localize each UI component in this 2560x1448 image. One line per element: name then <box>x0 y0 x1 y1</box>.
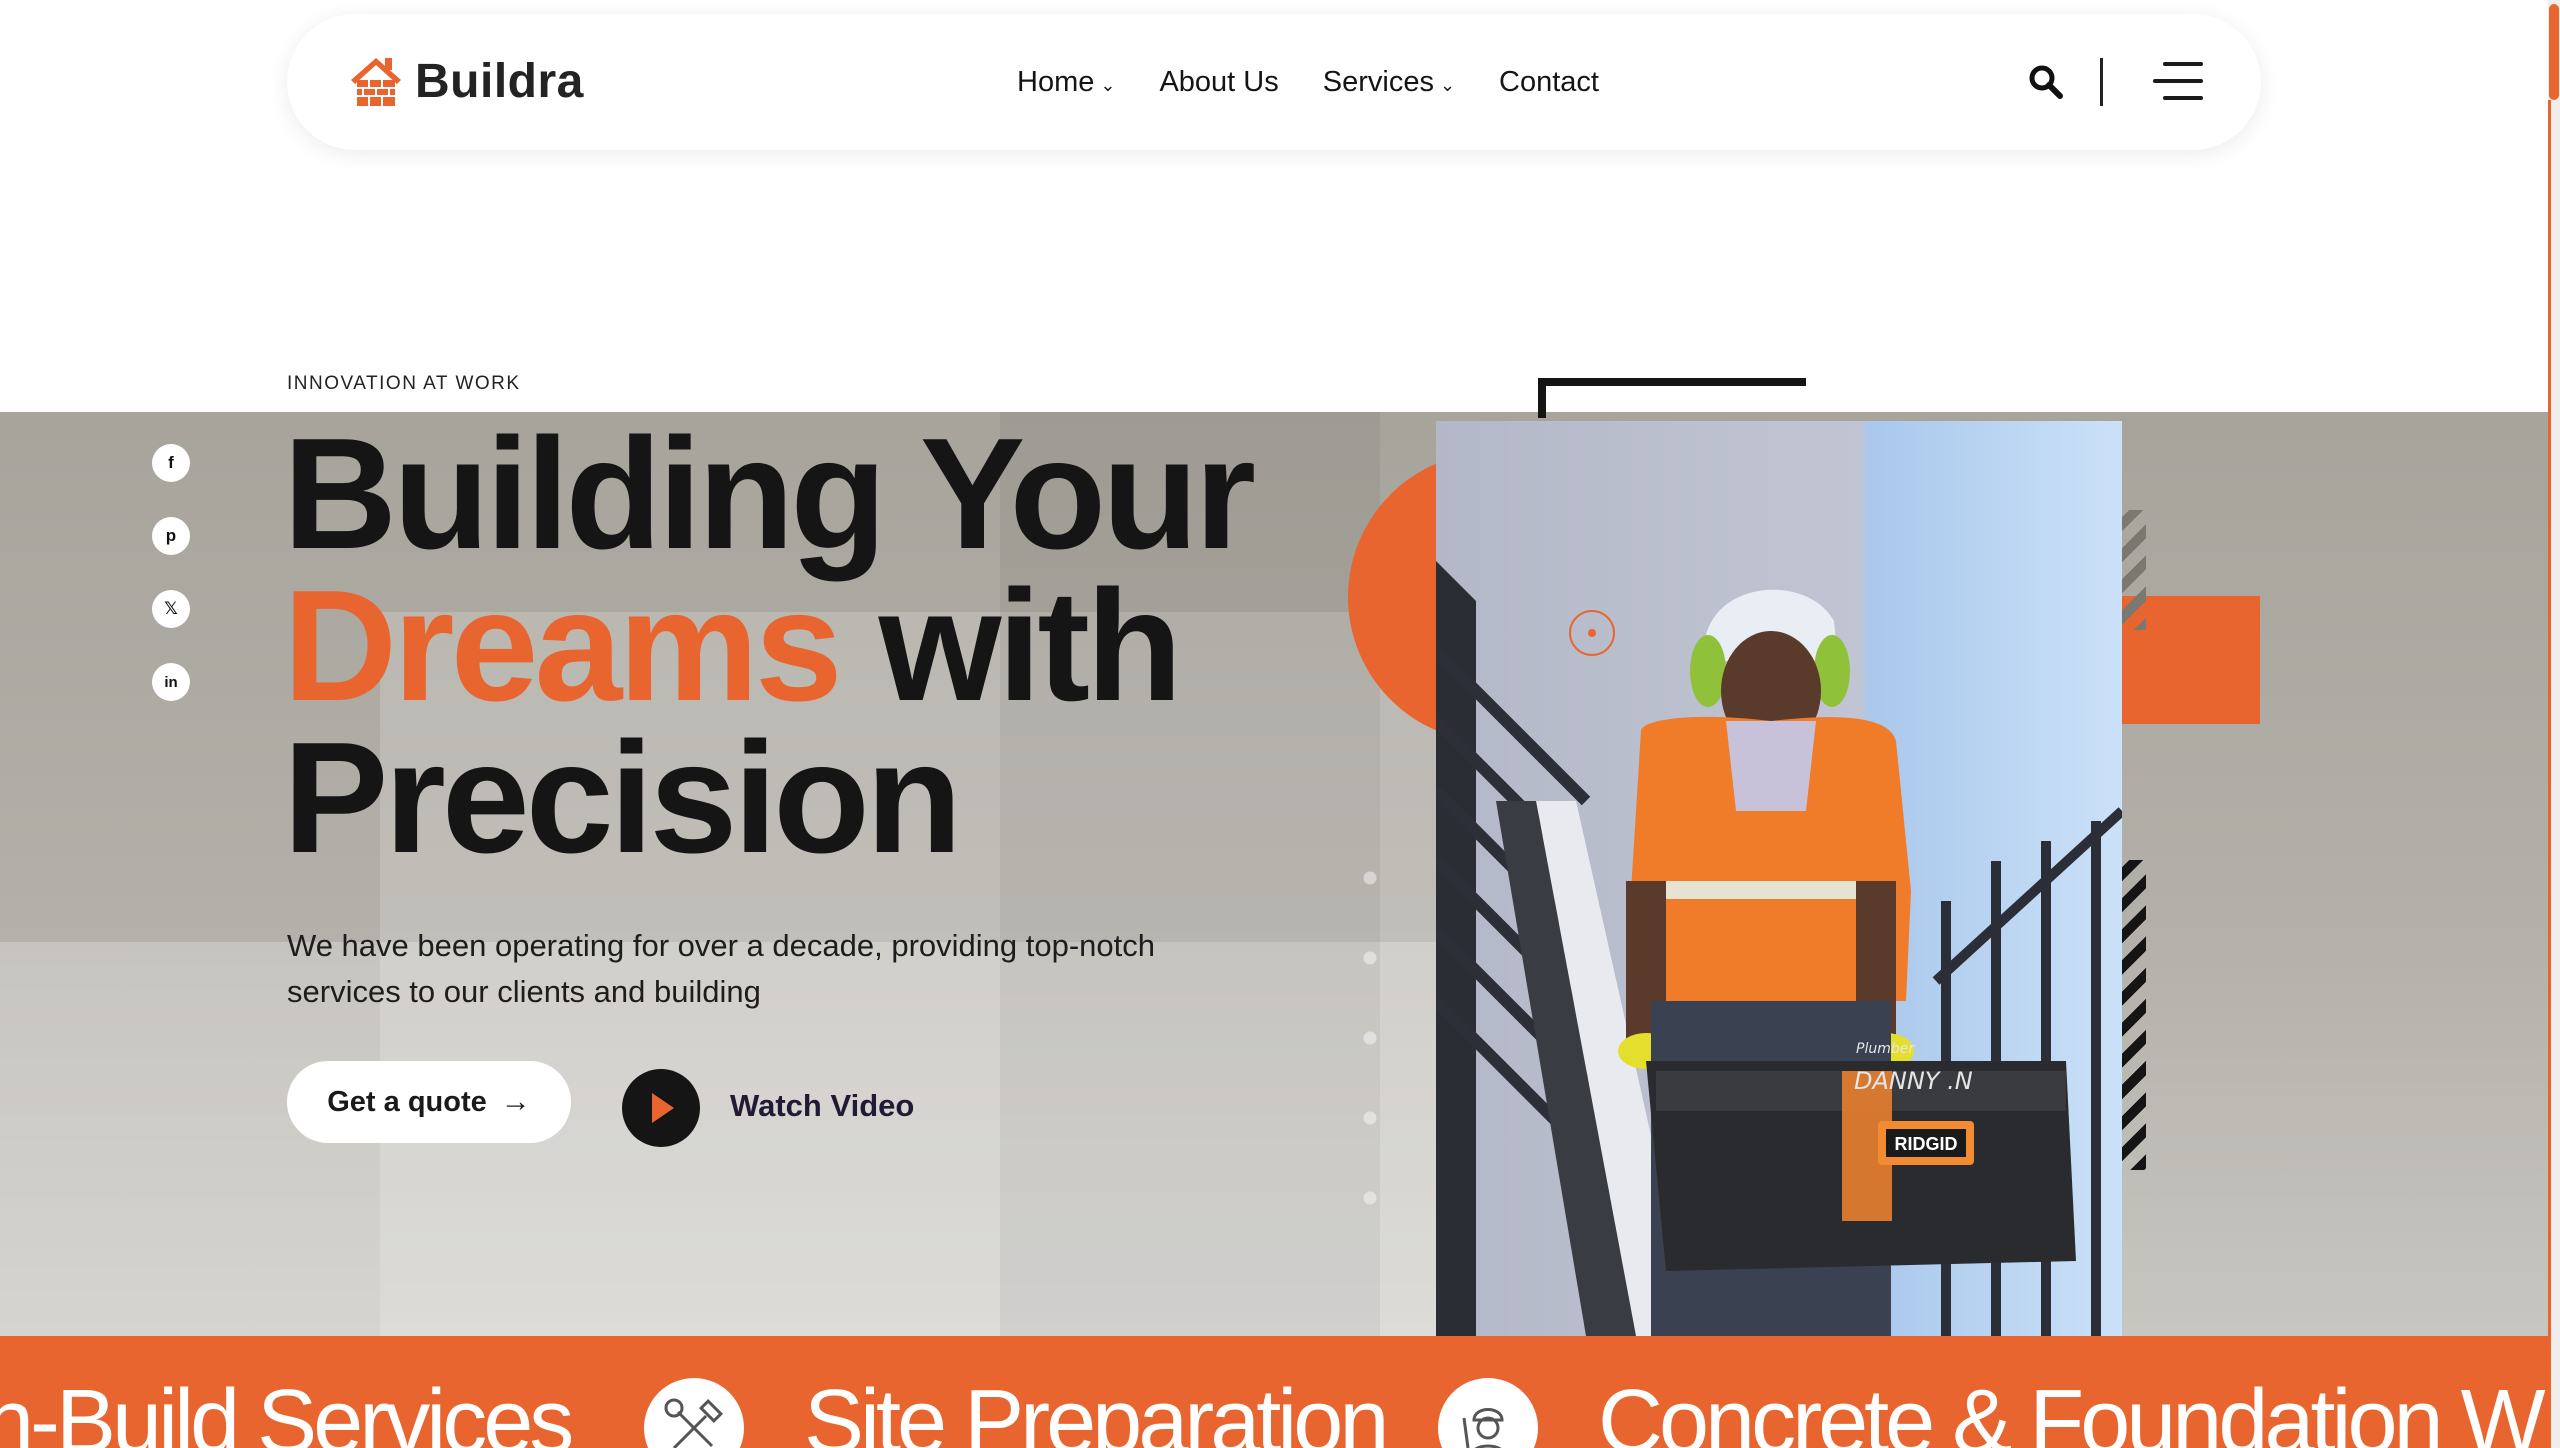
svg-text:Plumber: Plumber <box>1856 1041 1915 1057</box>
header-divider <box>2100 58 2103 106</box>
ticker-item: Concrete & Foundation W <box>1598 1372 2546 1448</box>
chevron-down-icon: ⌄ <box>1100 74 1116 95</box>
services-ticker: n-Build Services Site Preparation Concre… <box>0 1336 2548 1448</box>
scroll-progress-line <box>2548 100 2551 1448</box>
hero-title-line3: Precision <box>283 710 962 886</box>
chevron-down-icon: ⌄ <box>1439 74 1456 95</box>
quote-button-label: Get a quote <box>327 1085 487 1118</box>
hero-eyebrow: INNOVATION AT WORK <box>287 373 521 394</box>
site-header: Buildra Home ⌄ About Us Services ⌄ Conta… <box>287 14 2261 150</box>
scrollbar-thumb[interactable] <box>2549 4 2559 100</box>
search-icon[interactable] <box>2028 64 2064 100</box>
nav-item-contact[interactable]: Contact <box>1499 66 1599 99</box>
brand-name: Buildra <box>415 54 584 108</box>
nav-item-home[interactable]: Home ⌄ <box>1017 66 1115 99</box>
x-twitter-icon[interactable]: 𝕏 <box>152 590 190 628</box>
nav-item-label: Services <box>1322 65 1434 98</box>
hero-title-line2: with <box>878 558 1183 734</box>
play-video-icon[interactable] <box>622 1069 700 1147</box>
watch-video-link[interactable]: Watch Video <box>730 1088 914 1124</box>
arrow-right-icon: → <box>500 1085 531 1118</box>
ticker-item: Site Preparation <box>804 1372 1389 1448</box>
hero-title: Building Your Dreams with Precision <box>283 415 1256 877</box>
linkedin-icon[interactable]: in <box>152 663 190 701</box>
hammer-wrench-icon <box>644 1378 744 1448</box>
facebook-icon[interactable]: f <box>152 444 190 482</box>
nav-item-label: Contact <box>1499 65 1599 98</box>
svg-text:RIDGID: RIDGID <box>1895 1134 1958 1154</box>
ticker-item: n-Build Services <box>0 1372 574 1448</box>
logo[interactable]: Buildra <box>347 52 584 110</box>
nav-item-label: Home <box>1017 65 1095 98</box>
get-quote-button[interactable]: Get a quote → <box>287 1061 571 1143</box>
dot-grid-decoration <box>1336 838 1426 1258</box>
hero-title-accent: Dreams <box>283 558 843 734</box>
house-brick-logo-icon <box>351 58 401 106</box>
hamburger-menu-icon[interactable] <box>2153 62 2203 102</box>
pinterest-icon[interactable]: p <box>152 517 190 555</box>
bracket-decoration <box>1538 378 1806 418</box>
hero-worker-photo: RIDGID Plumber DANNY .N <box>1436 421 2122 1336</box>
nav-item-about[interactable]: About Us <box>1159 66 1278 99</box>
nav-item-label: About Us <box>1159 65 1279 98</box>
construction-worker-icon <box>1438 1378 1538 1448</box>
hero-title-line1: Building Your <box>283 406 1256 582</box>
nav-item-services[interactable]: Services ⌄ <box>1323 66 1455 99</box>
svg-text:DANNY .N: DANNY .N <box>1854 1067 1973 1095</box>
hero-description: We have been operating for over a decade… <box>287 928 1155 1009</box>
main-nav: Home ⌄ About Us Services ⌄ Contact <box>1017 14 1599 150</box>
